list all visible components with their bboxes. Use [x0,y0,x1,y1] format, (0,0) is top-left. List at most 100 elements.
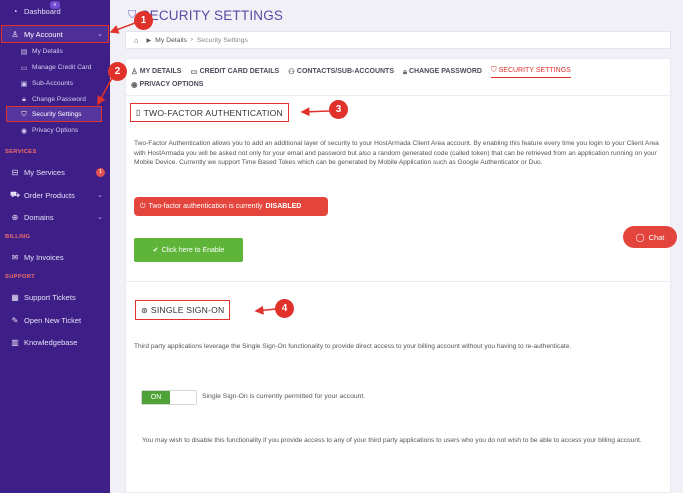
tab-label: CHANGE PASSWORD [409,68,482,75]
sidebar-item-label: Open New Ticket [24,315,82,325]
user-icon: ♙ [131,67,138,76]
dashboard-icon: ◔ [12,6,18,16]
security-settings-card: ♙ MY DETAILS ▭ CREDIT CARD DETAILS ⚇ CON… [125,58,672,493]
tab-credit-card-details[interactable]: ▭ CREDIT CARD DETAILS [190,65,279,78]
tab-label: CREDIT CARD DETAILS [199,68,280,75]
sso-header: ⊛ SINGLE SIGN-ON [135,300,231,320]
sidebar-subitem-label: Security Settings [32,111,82,118]
sidebar-subitem-label: Sub-Accounts [32,80,74,87]
two-factor-status-text: Two-factor authentication is currently [148,203,263,210]
sso-disable-note: You may wish to disable this functionali… [142,437,642,444]
sso-header-text: SINGLE SIGN-ON [150,305,225,315]
sidebar-item-my-invoices[interactable]: ✉ My Invoices [0,248,110,266]
box-icon: ⊟ [11,167,19,177]
sidebar-item-label: Domains [24,212,54,222]
tabs-bar-row2: ◉ PRIVACY OPTIONS [131,80,212,89]
sso-description: Third party applications leverage the Si… [134,343,572,350]
lock-icon: 🔒︎ [22,95,26,103]
tab-security-settings[interactable]: ⛉ SECURITY SETTINGS [490,65,571,78]
user-icon: ♙ [11,29,19,39]
sidebar-subitem-label: Privacy Options [32,127,79,134]
breadcrumb: ⌂ ▶ My Details › Security Settings [125,31,671,49]
sidebar-subitem-sub-accounts[interactable]: ▣ Sub-Accounts [0,76,110,91]
page-title-text: SECURITY SETTINGS [140,8,284,23]
sidebar-subitem-privacy-options[interactable]: ◉ Privacy Options [0,123,110,138]
two-factor-status-alert: ⏻ Two-factor authentication is currently… [134,197,328,216]
sso-icon: ⊛ [141,305,148,315]
sso-toggle-on-label: ON [142,391,170,404]
tab-my-details[interactable]: ♙ MY DETAILS [131,65,181,78]
cart-icon: ⛟ [10,190,21,199]
sso-toggle[interactable]: ON [141,390,197,405]
tab-label: SECURITY SETTINGS [498,66,571,74]
home-icon[interactable]: ⌂ [134,36,139,45]
tab-label: CONTACTS/SUB-ACCOUNTS [296,68,394,75]
sidebar-item-label: My Account [24,29,63,39]
tab-label: MY DETAILS [139,68,182,75]
callout-2: 2 [108,62,127,81]
tab-label: PRIVACY OPTIONS [139,81,204,88]
sidebar-item-order-products[interactable]: ⛟ Order Products ⌄ [0,186,110,204]
sidebar-item-support-tickets[interactable]: ▦ Support Tickets [0,288,110,306]
check-icon: ✔ [152,247,159,254]
sidebar-item-domains[interactable]: ⊕ Domains ⌄ [0,208,110,226]
invoice-icon: ✉ [11,252,19,262]
power-icon: ⏻ [140,202,146,210]
sidebar-subitem-label: My Details [32,48,63,55]
shield-icon: ⛉ [490,65,497,74]
sidebar-item-knowledgebase[interactable]: ▥ Knowledgebase [0,333,110,351]
tab-contacts-sub-accounts[interactable]: ⚇ CONTACTS/SUB-ACCOUNTS [288,65,394,78]
services-count-badge: 1 [96,167,105,177]
enable-button-label: Click here to Enable [161,246,225,254]
tab-change-password[interactable]: 🔒︎ CHANGE PASSWORD [403,65,482,78]
tab-privacy-options[interactable]: ◉ PRIVACY OPTIONS [131,80,203,89]
sidebar-subitem-my-details[interactable]: ▤ My Details [0,44,110,59]
chat-label: Chat [648,232,665,242]
lock-icon: 🔒︎ [403,66,407,76]
privacy-icon: ◉ [20,127,28,135]
sidebar-subitem-change-password[interactable]: 🔒︎ Change Password [0,92,110,107]
sidebar: ◔ Dashboard ≡ ♙ My Account ⌄ ▤ My Detail… [0,0,110,493]
pencil-icon: ✎ [11,315,19,325]
breadcrumb-my-details[interactable]: My Details [155,37,187,44]
credit-card-icon: ▭ [190,67,198,76]
sidebar-subitem-manage-credit-card[interactable]: ▭ Manage Credit Card [0,60,110,75]
chevron-down-icon: ⌄ [97,192,103,199]
tabs-bar: ♙ MY DETAILS ▭ CREDIT CARD DETAILS ⚇ CON… [131,65,580,78]
chevron-down-icon: ⌄ [97,31,103,38]
chat-bubble-icon: ◯ [635,232,645,242]
divider [126,95,672,96]
breadcrumb-separator-icon: ▶ [146,37,152,44]
book-icon: ▥ [11,337,19,347]
callout-1: 1 [134,11,153,30]
sidebar-subitem-label: Change Password [32,96,86,103]
sidebar-item-label: Order Products [24,190,75,200]
two-factor-status-value: DISABLED [265,203,302,210]
sidebar-item-my-account[interactable]: ♙ My Account ⌄ [0,25,110,43]
chat-button[interactable]: ◯ Chat [623,226,677,248]
ticket-icon: ▦ [11,292,19,302]
chevron-down-icon: ⌄ [97,214,103,221]
sidebar-item-my-services[interactable]: ⊟ My Services 1 [0,163,110,181]
sidebar-section-billing: BILLING [5,234,31,240]
enable-two-factor-button[interactable]: ✔ Click here to Enable [134,238,243,262]
privacy-icon: ◉ [131,80,138,89]
sidebar-item-label: Support Tickets [24,292,76,302]
divider [126,281,672,282]
sidebar-subitem-label: Manage Credit Card [32,64,92,71]
mobile-phone-icon: ▯ [136,108,141,117]
sso-status-text: Single Sign-On is currently permitted fo… [202,393,366,400]
globe-icon: ⊕ [11,212,19,222]
users-icon: ▣ [20,80,28,88]
shield-icon: ⛉ [21,110,27,118]
dashboard-badge: ≡ [50,1,60,9]
two-factor-header-text: TWO-FACTOR AUTHENTICATION [143,107,283,118]
two-factor-header: ▯ TWO-FACTOR AUTHENTICATION [130,103,289,122]
id-card-icon: ▤ [20,48,28,56]
sidebar-section-support: SUPPORT [5,274,36,280]
sidebar-subitem-security-settings[interactable]: ⛉ Security Settings [0,107,110,122]
sidebar-item-open-new-ticket[interactable]: ✎ Open New Ticket [0,311,110,329]
sidebar-item-label: My Services [24,167,65,177]
breadcrumb-separator-icon: › [190,37,193,43]
two-factor-description: Two-Factor Authentication allows you to … [134,140,659,166]
